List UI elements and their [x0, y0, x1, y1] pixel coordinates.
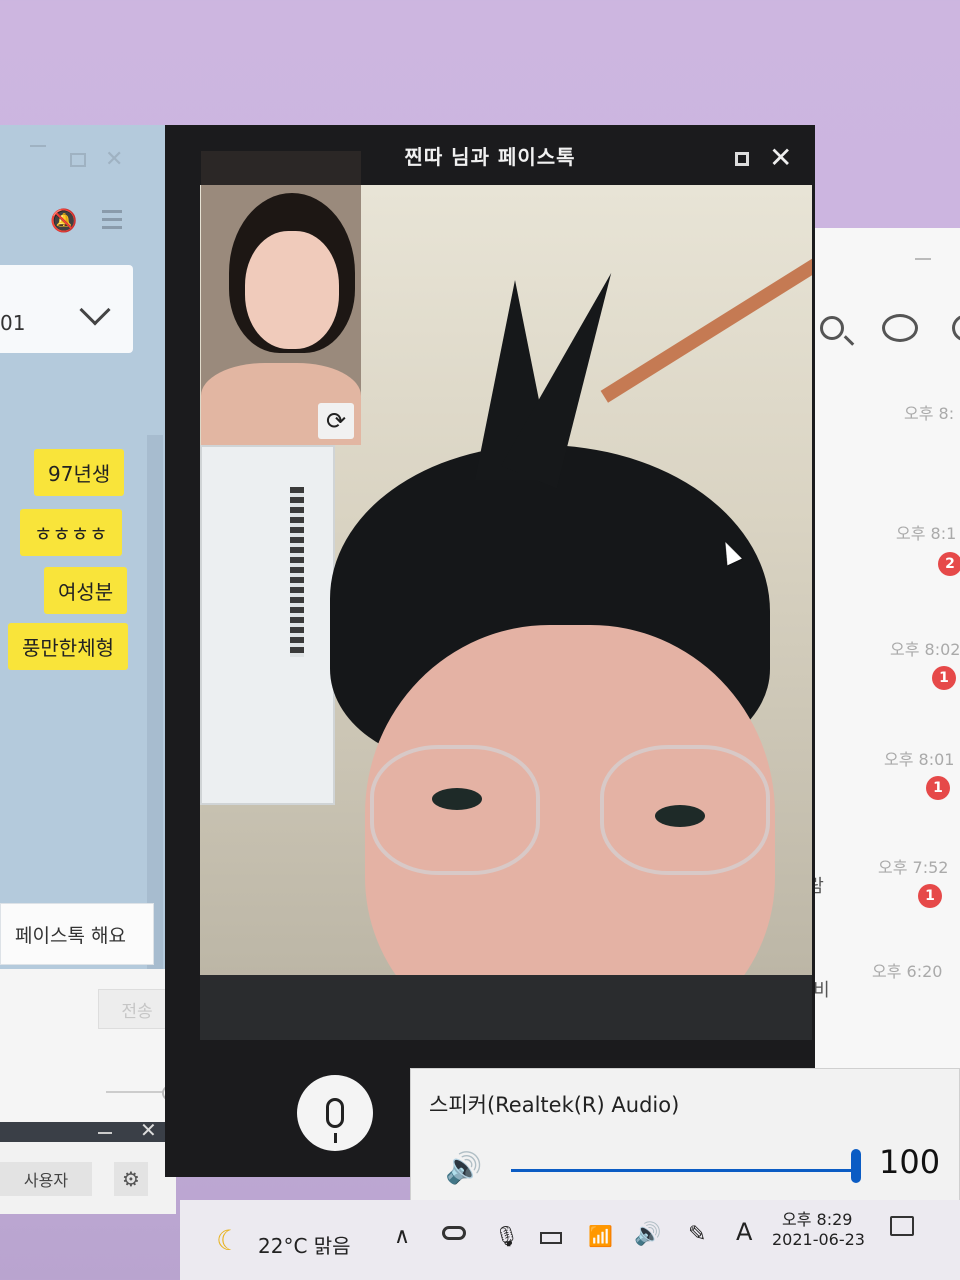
unread-badge: 2: [938, 552, 960, 576]
clock-time[interactable]: 오후 8:29: [782, 1206, 852, 1230]
volume-flyout: 스피커(Realtek(R) Audio) 🔊 100: [410, 1068, 960, 1210]
pen-icon[interactable]: ✎: [688, 1222, 706, 1247]
person-glasses: [370, 745, 540, 875]
pip-face: [245, 231, 339, 349]
chat-time: 오후 7:52: [878, 858, 949, 877]
speaker-icon[interactable]: 🔊: [445, 1151, 482, 1186]
unread-badge: 1: [926, 776, 950, 800]
show-hidden-icons-icon[interactable]: ∧: [394, 1224, 410, 1249]
onedrive-cloud-icon[interactable]: [442, 1226, 466, 1240]
open-chat-icon[interactable]: [952, 314, 960, 342]
minimize-icon[interactable]: [98, 1132, 112, 1134]
menu-icon[interactable]: [102, 210, 122, 234]
battery-icon[interactable]: [540, 1232, 562, 1244]
maximize-icon[interactable]: [70, 153, 86, 167]
speaker-tray-icon[interactable]: 🔊: [634, 1222, 661, 1247]
chat-dropdown[interactable]: 01: [0, 265, 133, 353]
message-bubble: 풍만한체형: [8, 623, 128, 670]
facetalk-message[interactable]: 페이스톡 해요: [0, 903, 154, 965]
gear-icon[interactable]: ⚙: [114, 1162, 148, 1196]
person-shirt: [200, 975, 812, 1040]
background-beam: [600, 221, 812, 403]
close-icon[interactable]: ✕: [140, 1118, 157, 1142]
microphone-button[interactable]: [297, 1075, 373, 1151]
maximize-icon[interactable]: [735, 152, 749, 166]
message-bubble: 97년생: [34, 449, 125, 496]
moon-weather-icon[interactable]: ☾: [216, 1224, 241, 1257]
notification-icon[interactable]: [890, 1216, 914, 1236]
dropdown-value: 01: [0, 311, 26, 335]
weather-text[interactable]: 22°C 맑음: [258, 1230, 351, 1259]
chevron-down-icon[interactable]: [79, 294, 111, 326]
chat-time: 오후 8:01: [884, 750, 955, 769]
message-bubble: ㅎㅎㅎㅎ: [20, 509, 122, 556]
unread-badge: 1: [918, 884, 942, 908]
user-window: ✕ 사용자 ⚙: [0, 1118, 176, 1214]
chat-list-window: 오후 8: 오후 8:1 2 오후 8:02 1 오후 8:01 1 오후 7:…: [780, 228, 960, 1070]
chat-time: 오후 8:1: [896, 524, 957, 543]
call-title: 찐따 님과 페이스톡: [404, 144, 576, 169]
background-aircon: [200, 445, 335, 805]
input-method-indicator[interactable]: A: [736, 1218, 752, 1246]
search-icon[interactable]: [820, 316, 844, 340]
message-bubble: 여성분: [44, 567, 128, 614]
chat-time: 오후 8:02: [890, 640, 960, 659]
mute-bell-icon[interactable]: 🔕: [50, 209, 77, 234]
user-label[interactable]: 사용자: [0, 1162, 92, 1196]
chat-time: 오후 6:20: [872, 962, 943, 981]
person-glasses: [600, 745, 770, 875]
minimize-icon[interactable]: [30, 145, 46, 147]
wifi-icon[interactable]: 📶: [588, 1224, 613, 1248]
user-window-titlebar: ✕: [0, 1118, 176, 1142]
taskbar: ☾ 22°C 맑음 ∧ 🎙 📶 🔊 ✎ A 오후 8:29 2021-06-23: [180, 1200, 960, 1280]
volume-value: 100: [879, 1143, 941, 1181]
volume-slider-track[interactable]: [511, 1169, 855, 1172]
facetalk-call-window: 찐따 님과 페이스톡 ✕ ⟳: [165, 125, 815, 1177]
close-icon[interactable]: ✕: [105, 147, 123, 172]
unread-badge: 1: [932, 666, 956, 690]
rotate-camera-icon[interactable]: ⟳: [318, 403, 354, 439]
close-icon[interactable]: ✕: [769, 141, 793, 174]
audio-device-label[interactable]: 스피커(Realtek(R) Audio): [429, 1089, 679, 1119]
volume-slider-thumb[interactable]: [851, 1149, 861, 1183]
microphone-tray-icon[interactable]: 🎙: [494, 1224, 519, 1248]
new-chat-icon[interactable]: [882, 314, 918, 342]
clock-date[interactable]: 2021-06-23: [772, 1230, 865, 1249]
minimize-icon[interactable]: [915, 258, 931, 260]
opacity-slider[interactable]: [106, 1085, 178, 1101]
microphone-icon: [326, 1098, 344, 1143]
pip-header: [201, 151, 361, 185]
chat-time: 오후 8:: [904, 404, 955, 423]
